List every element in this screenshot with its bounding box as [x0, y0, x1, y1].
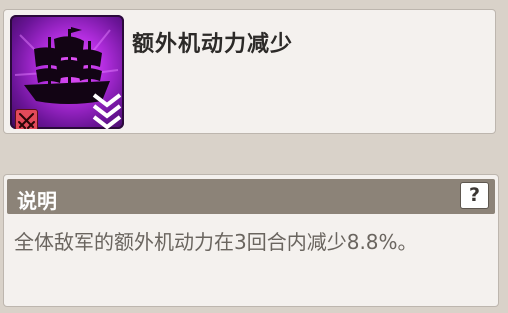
description-text: 全体敌军的额外机动力在3回合内减少8.8%。 — [14, 230, 418, 254]
debuff-badge — [15, 109, 38, 129]
skill-card: 额外机动力减少 — [3, 9, 496, 134]
help-button[interactable]: ? — [460, 182, 489, 209]
description-header: 说明 ? — [7, 179, 495, 214]
skill-icon — [10, 15, 124, 129]
skill-name: 额外机动力减少 — [132, 32, 294, 57]
description-title: 说明 — [17, 189, 57, 213]
description-panel: 说明 ? 全体敌军的额外机动力在3回合内减少8.8%。 — [3, 174, 499, 307]
skill-detail-screen: 额外机动力减少 说明 ? 全体敌军的额外机动力在3回合内减少8.8%。 — [0, 0, 508, 313]
crossed-swords-icon — [18, 113, 35, 129]
